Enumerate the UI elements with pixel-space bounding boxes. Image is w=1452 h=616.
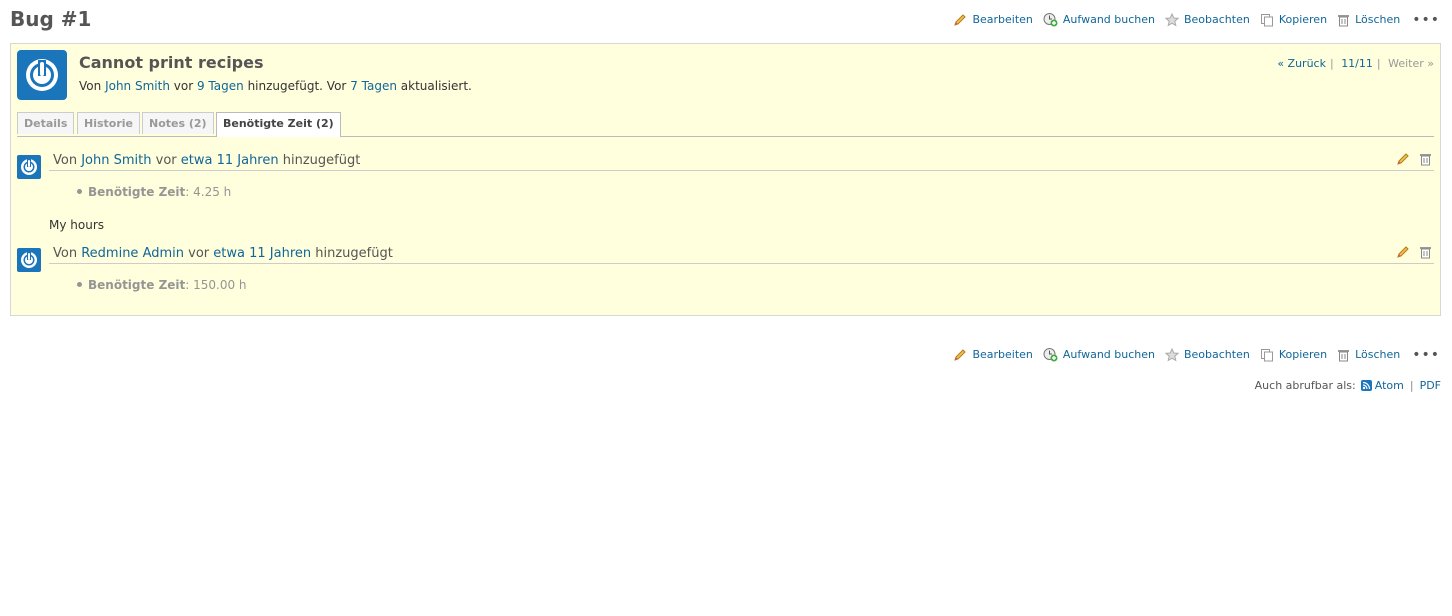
bullet xyxy=(77,282,82,287)
journal-detail: Benötigte Zeit: 4.25 h xyxy=(77,185,231,199)
journal-suffix: hinzugefügt xyxy=(282,153,361,168)
journal-ago-link[interactable]: etwa 11 Jahren xyxy=(213,246,311,261)
issue-author-link[interactable]: John Smith xyxy=(105,79,170,93)
tab-notes[interactable]: Notes (2) xyxy=(142,112,214,134)
bullet xyxy=(77,189,82,194)
watch-button[interactable]: Beobachten xyxy=(1164,12,1250,27)
tab-history[interactable]: Historie xyxy=(77,112,140,134)
log-time-button[interactable]: Aufwand buchen xyxy=(1043,347,1155,362)
created-ago-link[interactable]: 9 Tagen xyxy=(197,79,244,93)
more-actions-icon[interactable]: ••• xyxy=(1412,13,1440,27)
delete-journal-button[interactable] xyxy=(1419,152,1432,166)
previous-issue-link[interactable]: « Zurück xyxy=(1277,57,1326,70)
other-formats-label: Auch abrufbar als: xyxy=(1254,379,1356,392)
nav-separator: | xyxy=(1329,57,1334,70)
page-title: Bug #1 xyxy=(10,7,92,31)
copy-icon xyxy=(1260,13,1273,26)
delete-button[interactable]: Löschen xyxy=(1337,348,1400,362)
issue-position-link[interactable]: 11/11 xyxy=(1341,57,1373,70)
edit-label: Bearbeiten xyxy=(972,348,1033,361)
delete-journal-button[interactable] xyxy=(1419,245,1432,259)
power-avatar-icon xyxy=(17,50,67,100)
detail-label: Benötigte Zeit xyxy=(88,278,186,292)
journal-suffix: hinzugefügt xyxy=(315,246,393,261)
log-time-label: Aufwand buchen xyxy=(1062,13,1155,26)
updated-ago-link[interactable]: 7 Tagen xyxy=(350,79,397,93)
star-icon xyxy=(1164,12,1179,27)
journal-actions xyxy=(1387,245,1432,259)
created-suffix: hinzugefügt. Vor xyxy=(247,79,347,93)
issue-navigation: « Zurück | 11/11 | Weiter » xyxy=(1277,57,1434,70)
delete-label: Löschen xyxy=(1355,13,1401,26)
log-time-label: Aufwand buchen xyxy=(1062,348,1155,361)
tab-spent-time[interactable]: Benötigte Zeit (2) xyxy=(216,112,341,137)
journal-header: Von John Smith vor etwa 11 Jahren hinzug… xyxy=(49,152,1434,171)
issue-box: Cannot print recipes Von John Smith vor … xyxy=(10,43,1441,316)
watch-button[interactable]: Beobachten xyxy=(1164,347,1250,362)
atom-link[interactable]: Atom xyxy=(1375,379,1404,392)
issue-author-line: Von John Smith vor 9 Tagen hinzugefügt. … xyxy=(79,79,472,93)
pencil-icon xyxy=(1397,153,1409,165)
issue-actions-top: Bearbeiten Aufwand buchen Beobachten Kop… xyxy=(943,12,1440,27)
format-separator: | xyxy=(1409,379,1414,392)
copy-label: Kopieren xyxy=(1278,13,1328,26)
clock-add-icon xyxy=(1043,348,1058,362)
power-avatar-icon xyxy=(17,248,41,272)
journal-prefix: Von xyxy=(53,246,78,261)
watch-label: Beobachten xyxy=(1183,13,1250,26)
copy-label: Kopieren xyxy=(1278,348,1328,361)
journal-author-link[interactable]: John Smith xyxy=(81,153,151,168)
created-prefix: vor xyxy=(173,79,194,93)
delete-label: Löschen xyxy=(1355,348,1401,361)
copy-button[interactable]: Kopieren xyxy=(1260,348,1327,362)
edit-label: Bearbeiten xyxy=(972,13,1033,26)
next-issue-label: Weiter » xyxy=(1388,57,1434,70)
pdf-link[interactable]: PDF xyxy=(1420,379,1441,392)
journal-author-link[interactable]: Redmine Admin xyxy=(81,246,184,261)
star-icon xyxy=(1164,347,1179,362)
journal-note: My hours xyxy=(49,218,105,232)
log-time-button[interactable]: Aufwand buchen xyxy=(1043,12,1155,27)
rss-feed-icon xyxy=(1360,380,1372,391)
journal-actions xyxy=(1387,152,1432,166)
pencil-icon xyxy=(954,348,967,361)
more-actions-icon[interactable]: ••• xyxy=(1412,348,1440,362)
detail-value: : 4.25 h xyxy=(185,185,232,199)
journal-prefix: Von xyxy=(53,153,78,168)
edit-journal-button[interactable] xyxy=(1396,245,1410,259)
history-tabs: Details Historie Notes (2) Benötigte Zei… xyxy=(17,112,1434,137)
issue-actions-bottom: Bearbeiten Aufwand buchen Beobachten Kop… xyxy=(943,347,1440,362)
copy-button[interactable]: Kopieren xyxy=(1260,13,1327,27)
trash-icon xyxy=(1338,349,1350,361)
power-avatar-icon xyxy=(17,155,41,179)
journal-ago-link[interactable]: etwa 11 Jahren xyxy=(181,153,279,168)
pencil-icon xyxy=(954,13,967,26)
edit-button[interactable]: Bearbeiten xyxy=(953,348,1033,362)
edit-button[interactable]: Bearbeiten xyxy=(953,13,1033,27)
edit-journal-button[interactable] xyxy=(1396,152,1410,166)
issue-subject: Cannot print recipes xyxy=(79,53,264,72)
journal-mid: vor xyxy=(155,153,177,168)
author-prefix: Von xyxy=(79,79,102,93)
detail-label: Benötigte Zeit xyxy=(88,185,186,199)
nav-separator: | xyxy=(1376,57,1381,70)
trash-icon xyxy=(1338,14,1350,26)
clock-add-icon xyxy=(1043,13,1058,27)
trash-icon xyxy=(1420,247,1431,259)
tab-details[interactable]: Details xyxy=(17,112,75,134)
pencil-icon xyxy=(1397,246,1409,258)
updated-suffix: aktualisiert. xyxy=(400,79,472,93)
other-formats: Auch abrufbar als: Atom | PDF xyxy=(1255,379,1441,392)
detail-value: : 150.00 h xyxy=(185,278,247,292)
journal-header: Von Redmine Admin vor etwa 11 Jahren hin… xyxy=(49,245,1434,264)
journal-mid: vor xyxy=(188,246,210,261)
watch-label: Beobachten xyxy=(1183,348,1250,361)
trash-icon xyxy=(1420,154,1431,166)
copy-icon xyxy=(1260,348,1273,361)
delete-button[interactable]: Löschen xyxy=(1337,13,1400,27)
journal-detail: Benötigte Zeit: 150.00 h xyxy=(77,278,247,292)
